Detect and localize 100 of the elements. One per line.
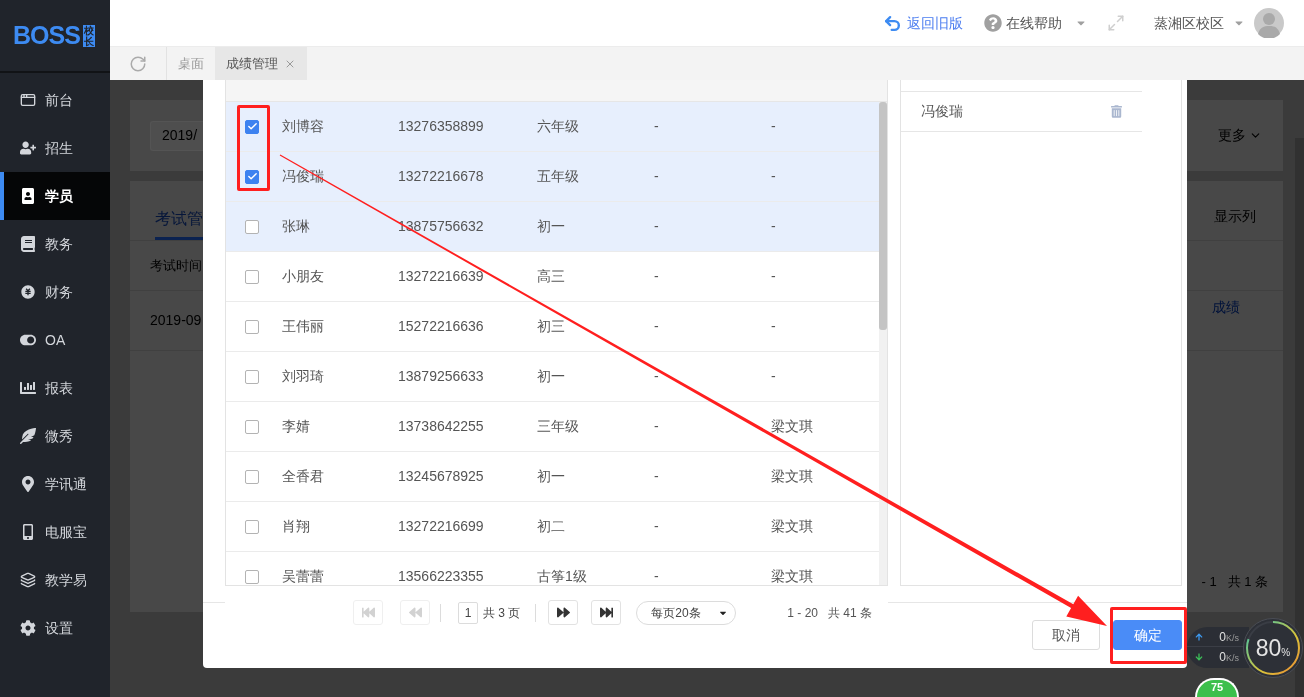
nav-item[interactable]: 报表 xyxy=(0,364,110,412)
table-cell-text: 13879256633 xyxy=(398,367,484,386)
checkbox[interactable] xyxy=(245,319,259,334)
arrow-up-icon xyxy=(1195,632,1203,641)
table-cell-text: - xyxy=(654,217,659,236)
table-cell-text: 六年级 xyxy=(537,117,579,136)
table-cell-text: - xyxy=(771,267,776,286)
table-cell-text: - xyxy=(771,367,776,386)
cancel-button[interactable]: 取消 xyxy=(1032,620,1100,650)
checkbox[interactable] xyxy=(245,419,259,434)
logo-badge: 校长 xyxy=(82,24,95,47)
table-cell-text: - xyxy=(771,317,776,336)
table-cell-text: 13272216699 xyxy=(398,517,484,536)
avatar[interactable] xyxy=(1254,8,1284,38)
nav-item[interactable]: 设置 xyxy=(0,604,110,652)
table-cell-text: - xyxy=(654,467,659,486)
settings-icon xyxy=(20,620,36,636)
nav-item[interactable]: 学讯通 xyxy=(0,460,110,508)
help-icon xyxy=(984,14,1002,32)
checkbox[interactable] xyxy=(245,569,259,584)
table-cell-text: 15272216636 xyxy=(398,317,484,336)
skip-forward-icon xyxy=(599,606,613,619)
download-speed: 0K/s xyxy=(1219,651,1239,663)
back-link[interactable]: 返回旧版 xyxy=(883,12,963,34)
fast-forward-icon xyxy=(556,606,570,619)
help-menu[interactable]: 在线帮助 xyxy=(984,12,1087,34)
nav-item[interactable]: OA xyxy=(0,316,110,364)
rewind-icon xyxy=(408,606,422,619)
nav-item[interactable]: 招生 xyxy=(0,124,110,172)
checkbox[interactable] xyxy=(245,119,259,134)
table-cell-text: 王伟丽 xyxy=(282,317,324,336)
upload-speed: 0K/s xyxy=(1219,630,1239,643)
mobile-phone-icon xyxy=(20,524,36,540)
portrait-icon xyxy=(20,188,36,204)
column-header: 考试时间 xyxy=(150,256,202,275)
page-input[interactable]: 1 xyxy=(458,601,478,624)
table-cell-text: 初二 xyxy=(537,517,565,536)
table-cell-text: 刘羽琦 xyxy=(282,367,324,386)
nav-item[interactable]: 教务 xyxy=(0,220,110,268)
checkbox[interactable] xyxy=(245,169,259,184)
scrollbar-thumb[interactable] xyxy=(879,102,887,330)
table-cell-text: 刘博容 xyxy=(282,117,324,136)
fullscreen-icon[interactable] xyxy=(1107,14,1125,32)
table-cell-text: 高三 xyxy=(537,267,565,286)
table-cell-text: 吴蕾蕾 xyxy=(282,567,324,585)
table-cell-text: 13272216678 xyxy=(398,167,484,186)
checkbox[interactable] xyxy=(245,219,259,234)
arrow-down-icon xyxy=(1195,653,1203,661)
table-cell-text: 肖翔 xyxy=(282,517,310,536)
page-count: 共 3 页 xyxy=(483,604,521,622)
table-cell-text: - xyxy=(654,317,659,336)
table-cell-text: - xyxy=(771,117,776,136)
trash-icon[interactable] xyxy=(1111,105,1122,118)
feather-icon xyxy=(20,428,36,444)
book-icon xyxy=(20,236,36,252)
nav-item[interactable]: 微秀 xyxy=(0,412,110,460)
table-cell-text: 13566223355 xyxy=(398,567,484,585)
table-cell-text: 三年级 xyxy=(537,417,579,436)
table-cell-text: - xyxy=(654,567,659,585)
checkbox[interactable] xyxy=(245,469,259,484)
yuan-coin-icon xyxy=(20,284,36,300)
nav-item[interactable]: 前台 xyxy=(0,76,110,124)
nav-item[interactable]: 财务 xyxy=(0,268,110,316)
table-cell-text: - xyxy=(771,167,776,186)
table-cell-text: - xyxy=(654,517,659,536)
nav-item[interactable]: 电服宝 xyxy=(0,508,110,556)
table-cell-text: 梁文琪 xyxy=(771,567,813,585)
refresh-icon xyxy=(129,54,147,73)
nav-item[interactable]: 教学易 xyxy=(0,556,110,604)
bar-chart-icon xyxy=(20,380,36,396)
table-cell-text: 13276358899 xyxy=(398,117,484,136)
window-icon xyxy=(20,92,36,108)
layers-icon xyxy=(20,572,36,588)
table-row[interactable]: 刘博容 13276358899 六年级 - - xyxy=(226,102,879,152)
tab[interactable]: 成绩管理 xyxy=(215,47,307,80)
table-cell-text: 初三 xyxy=(537,317,565,336)
table-cell-text: - xyxy=(654,417,659,436)
checkbox[interactable] xyxy=(245,369,259,384)
table-cell-text: 五年级 xyxy=(537,167,579,186)
table-cell-text: - xyxy=(654,167,659,186)
next-page-button[interactable] xyxy=(548,600,579,625)
checkbox[interactable] xyxy=(245,519,259,534)
nav-item[interactable]: 学员 xyxy=(0,172,110,220)
total-count: 共 41 条 xyxy=(828,604,873,622)
score-badge: 75 xyxy=(1195,678,1239,697)
page-range: 1 - 20 xyxy=(787,604,819,622)
table-cell-text: 张琳 xyxy=(282,217,310,236)
campus-menu[interactable]: 蒸湘区校区 xyxy=(1154,12,1245,34)
map-pin-icon xyxy=(20,476,36,492)
pagination-summary: - 1 共 1 条 xyxy=(1201,572,1268,591)
table-cell-text: 13738642255 xyxy=(398,417,484,436)
table-cell-text: 全香君 xyxy=(282,467,324,486)
checkbox[interactable] xyxy=(245,269,259,284)
check-icon xyxy=(246,121,258,132)
table-cell-text: 13245678925 xyxy=(398,467,484,486)
table-cell-text: 小朋友 xyxy=(282,267,324,286)
last-page-button[interactable] xyxy=(591,600,622,625)
toggle-icon xyxy=(20,332,36,348)
table-cell-text: - xyxy=(654,367,659,386)
table-cell-text: - xyxy=(771,217,776,236)
